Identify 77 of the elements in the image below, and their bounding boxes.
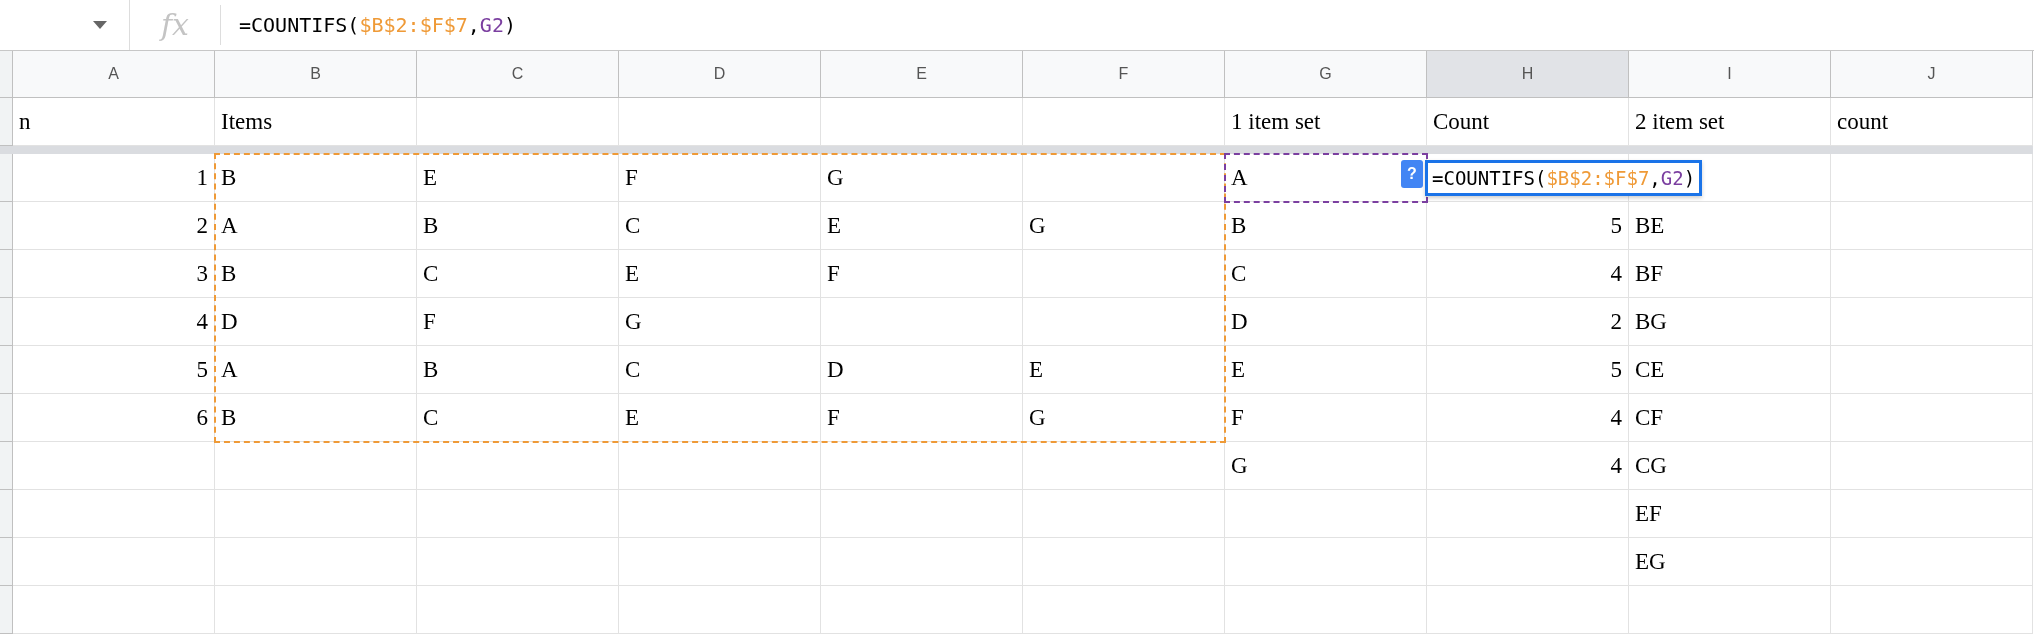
table-cell: A — [215, 202, 417, 250]
table-cell: E — [1023, 346, 1225, 394]
table-cell: F — [417, 298, 619, 346]
table-cell: G — [1023, 394, 1225, 442]
table-cell: C — [619, 202, 821, 250]
table-cell: C — [417, 394, 619, 442]
row-header[interactable] — [0, 394, 13, 442]
table-cell: 4 — [13, 298, 215, 346]
column-header[interactable]: I — [1629, 51, 1831, 98]
table-cell: 3 — [13, 250, 215, 298]
table-cell: 2 — [13, 202, 215, 250]
table-cell: 5 — [13, 346, 215, 394]
table-cell: G — [1023, 202, 1225, 250]
table-cell: BE — [1629, 202, 1831, 250]
table-cell: B — [417, 346, 619, 394]
table-cell: 5 — [1427, 346, 1629, 394]
table-cell: F — [619, 154, 821, 202]
table-cell: D — [215, 298, 417, 346]
table-cell: C — [619, 346, 821, 394]
row-header[interactable] — [0, 442, 13, 490]
formula-input[interactable]: =COUNTIFS($B$2:$F$7,G2) — [221, 13, 516, 37]
table-cell: C — [417, 250, 619, 298]
table-cell: C — [1225, 250, 1427, 298]
table-cell: G — [821, 154, 1023, 202]
table-cell: 6 — [13, 394, 215, 442]
table-cell: F — [821, 250, 1023, 298]
table-cell: F — [821, 394, 1023, 442]
table-cell: 1 — [13, 154, 215, 202]
table-cell: CE — [1629, 346, 1831, 394]
table-cell: B — [215, 154, 417, 202]
row-header[interactable] — [0, 538, 13, 586]
column-header[interactable]: A — [13, 51, 215, 98]
table-cell: B — [417, 202, 619, 250]
cell-editor[interactable]: =COUNTIFS($B$2:$F$7,G2) — [1425, 160, 1703, 196]
table-cell: E — [1225, 346, 1427, 394]
table-cell: B — [215, 394, 417, 442]
table-cell: CF — [1629, 394, 1831, 442]
column-header[interactable]: J — [1831, 51, 2033, 98]
column-header[interactable]: F — [1023, 51, 1225, 98]
table-cell: D — [821, 346, 1023, 394]
table-cell: 4 — [1427, 442, 1629, 490]
table-cell: EG — [1629, 538, 1831, 586]
row-header[interactable] — [0, 98, 13, 146]
table-cell: E — [619, 250, 821, 298]
row-header[interactable] — [0, 202, 13, 250]
column-header[interactable]: B — [215, 51, 417, 98]
help-badge[interactable]: ? — [1401, 160, 1423, 188]
row-header[interactable] — [0, 154, 13, 202]
table-cell: 4 — [1427, 394, 1629, 442]
row-header[interactable] — [0, 346, 13, 394]
table-cell: D — [1225, 298, 1427, 346]
caret-icon — [93, 21, 107, 29]
column-header[interactable]: E — [821, 51, 1023, 98]
table-cell: 5 — [1427, 202, 1629, 250]
table-cell: E — [821, 202, 1023, 250]
table-cell: G — [619, 298, 821, 346]
column-header[interactable]: H — [1427, 51, 1629, 98]
column-header[interactable]: G — [1225, 51, 1427, 98]
column-header[interactable]: C — [417, 51, 619, 98]
row-header[interactable] — [0, 298, 13, 346]
table-cell: CG — [1629, 442, 1831, 490]
table-cell: E — [619, 394, 821, 442]
column-header[interactable]: D — [619, 51, 821, 98]
table-cell: BF — [1629, 250, 1831, 298]
table-cell: B — [215, 250, 417, 298]
table-cell: A — [215, 346, 417, 394]
table-cell: F — [1225, 394, 1427, 442]
table-cell: BG — [1629, 298, 1831, 346]
table-cell: G — [1225, 442, 1427, 490]
table-cell: 2 — [1427, 298, 1629, 346]
table-cell: E — [417, 154, 619, 202]
row-header[interactable] — [0, 586, 13, 634]
table-cell: B — [1225, 202, 1427, 250]
table-cell: 4 — [1427, 250, 1629, 298]
row-header[interactable] — [0, 250, 13, 298]
table-cell: EF — [1629, 490, 1831, 538]
row-header[interactable] — [0, 490, 13, 538]
